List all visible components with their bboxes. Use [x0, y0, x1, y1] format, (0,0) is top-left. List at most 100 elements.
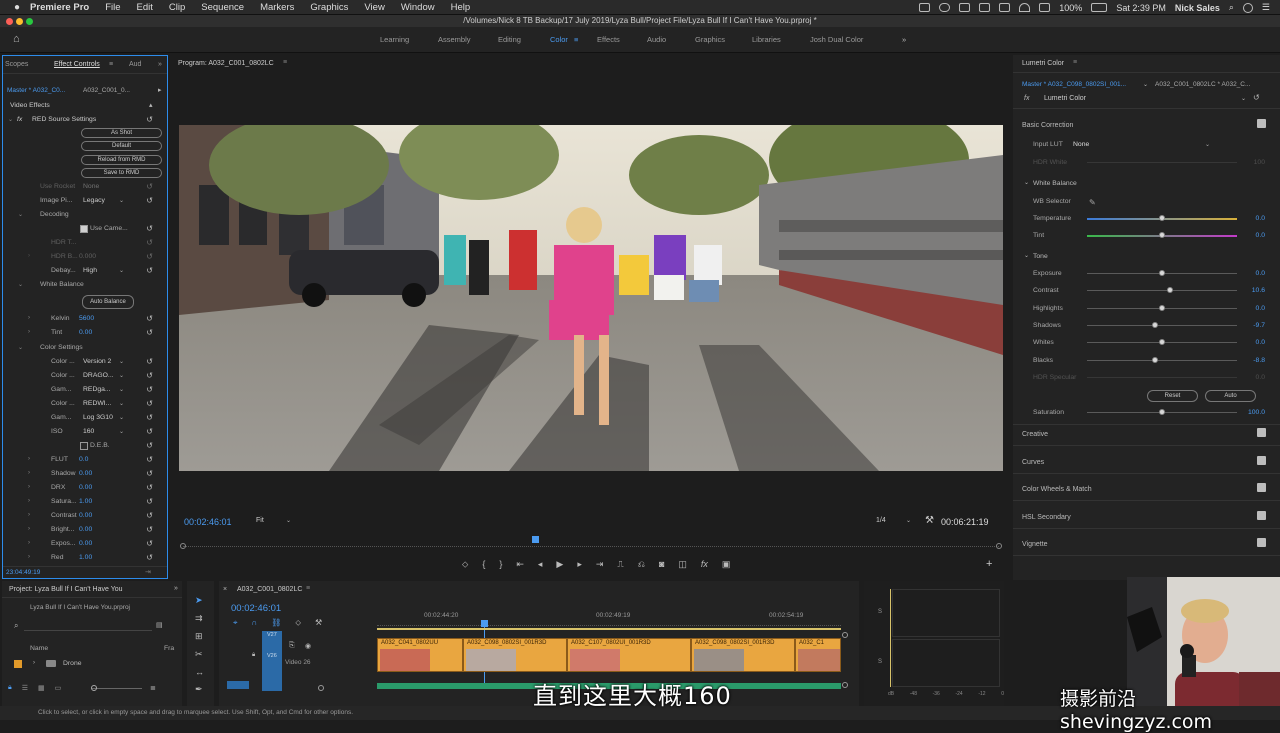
numeric-setting-value[interactable]: 0.0	[79, 456, 88, 463]
wrench-icon[interactable]: ⚒	[925, 515, 934, 526]
expand-icon[interactable]: ›	[28, 329, 30, 335]
razor-tool-icon[interactable]: ✂	[195, 649, 204, 660]
tone-value[interactable]: -9.7	[1253, 322, 1265, 329]
close-window-button[interactable]	[6, 18, 13, 25]
program-scrubber[interactable]	[183, 546, 999, 549]
zoom-slider-knob[interactable]	[91, 685, 97, 691]
fit-dropdown[interactable]: Fit	[256, 517, 264, 524]
snap-icon[interactable]: ∩	[252, 618, 258, 628]
chevron-down-icon[interactable]: ⌄	[119, 414, 124, 421]
go-to-out-icon[interactable]: ⇥	[596, 559, 604, 573]
use-camera-checkbox[interactable]	[80, 225, 88, 233]
lumetri-master-label[interactable]: Master * A032_C098_0802SI_001...	[1022, 81, 1126, 88]
image-pipeline-dropdown[interactable]: Legacy	[83, 197, 105, 204]
fx-icon[interactable]: fx	[701, 559, 708, 573]
temperature-slider[interactable]	[1159, 215, 1165, 221]
tab-effect-controls[interactable]: Effect Controls	[54, 61, 100, 68]
tab-scopes[interactable]: Scopes	[5, 61, 28, 68]
expand-icon[interactable]: ⌄	[1024, 252, 1029, 259]
reset-icon[interactable]: ↺	[146, 385, 153, 394]
reset-icon[interactable]: ↺	[146, 553, 153, 562]
track-select-tool-icon[interactable]: ⇉	[195, 613, 204, 624]
chevron-down-icon[interactable]: ⌄	[119, 386, 124, 393]
in-handle[interactable]	[180, 543, 186, 549]
track-v27-label[interactable]: V27	[267, 632, 277, 638]
battery-icon[interactable]	[1091, 3, 1108, 12]
menu-window[interactable]: Window	[401, 2, 435, 13]
reset-icon[interactable]: ↺	[146, 483, 153, 492]
fx-icon[interactable]: fx	[1024, 95, 1029, 102]
decoding-row[interactable]: ⌄ Decoding	[3, 208, 167, 222]
color-settings-row[interactable]: ⌄ Color Settings	[3, 341, 167, 355]
lumetri-section-header[interactable]: HSL Secondary	[1022, 514, 1071, 521]
vpn-icon[interactable]	[979, 3, 991, 12]
more-tabs-icon[interactable]: »	[174, 585, 178, 592]
lumetri-section-checkbox[interactable]	[1257, 428, 1266, 437]
tone-slider[interactable]	[1167, 287, 1174, 294]
step-forward-icon[interactable]: ▸	[577, 559, 582, 573]
menu-help[interactable]: Help	[451, 2, 471, 13]
reset-icon[interactable]: ↺	[146, 357, 153, 366]
workspace-learning[interactable]: Learning	[380, 35, 409, 44]
lumetri-title[interactable]: Lumetri Color	[1022, 60, 1064, 67]
program-timecode[interactable]: 00:02:46:01	[184, 517, 232, 527]
slip-tool-icon[interactable]: ↔	[195, 667, 204, 677]
tone-slider[interactable]	[1152, 356, 1159, 363]
chevron-down-icon[interactable]: ⌄	[286, 517, 291, 524]
lumetri-section-header[interactable]: Vignette	[1022, 541, 1048, 548]
selection-tool-icon[interactable]: ➤	[195, 595, 204, 606]
lumetri-section-header[interactable]: Color Wheels & Match	[1022, 486, 1092, 493]
chevron-down-icon[interactable]: ⌄	[119, 428, 124, 435]
workspace-menu-icon[interactable]: ≡	[574, 35, 578, 44]
reset-icon[interactable]: ↺	[146, 427, 153, 436]
cloud-icon[interactable]	[939, 3, 951, 12]
color-setting-dropdown[interactable]: REDga...	[83, 386, 111, 393]
panel-menu-icon[interactable]: ≡	[109, 61, 113, 68]
tone-value[interactable]: 0.0	[1256, 339, 1265, 346]
minimize-window-button[interactable]	[16, 18, 23, 25]
reload-from-rmd-button[interactable]: Reload from RMD	[81, 155, 162, 165]
avatar[interactable]	[1242, 2, 1253, 13]
play-only-icon[interactable]: ▸	[158, 86, 162, 94]
reset-icon[interactable]: ↺	[146, 455, 153, 464]
chevron-down-icon[interactable]: ⌄	[119, 400, 124, 407]
timeline-clip[interactable]: A032_C1	[795, 638, 841, 672]
chevron-down-icon[interactable]: ⌄	[906, 517, 911, 524]
column-name[interactable]: Name	[30, 645, 48, 652]
reset-icon[interactable]: ↺	[146, 399, 153, 408]
search-input[interactable]	[24, 622, 152, 631]
tab-audio[interactable]: Aud	[129, 61, 141, 68]
reset-icon[interactable]: ↺	[146, 224, 153, 233]
clock[interactable]: Sat 2:39 PM	[1116, 3, 1166, 13]
chevron-down-icon[interactable]: ⌄	[1143, 81, 1148, 88]
expand-icon[interactable]: ›	[28, 498, 30, 504]
eyedropper-icon[interactable]: ✎	[1089, 198, 1096, 207]
menu-file[interactable]: File	[105, 2, 120, 13]
lumetri-section-checkbox[interactable]	[1257, 538, 1266, 547]
app-menu[interactable]: Premiere Pro	[30, 2, 89, 13]
reset-icon[interactable]: ↺	[146, 266, 153, 275]
search-icon[interactable]: ⌕	[14, 621, 18, 631]
numeric-setting-value[interactable]: 0.00	[79, 470, 92, 477]
color-setting-dropdown[interactable]: Log 3G10	[83, 414, 113, 421]
toggle-sync-icon[interactable]: ⎘	[289, 642, 295, 650]
save-to-rmd-button[interactable]: Save to RMD	[81, 168, 162, 178]
numeric-setting-value[interactable]: 0.00	[79, 540, 92, 547]
color-setting-dropdown[interactable]: REDWI...	[83, 400, 111, 407]
add-marker-icon[interactable]: ⬦	[462, 559, 468, 573]
more-tabs-icon[interactable]: »	[158, 61, 162, 68]
expand-icon[interactable]: ›	[28, 512, 30, 518]
lock-icon[interactable]: 🔒︎	[8, 684, 12, 692]
reset-icon[interactable]: ↺	[146, 497, 153, 506]
apple-icon[interactable]: ●	[14, 2, 20, 13]
icon-view-icon[interactable]: ▦	[38, 684, 45, 692]
basic-correction-checkbox[interactable]	[1257, 119, 1266, 128]
program-title[interactable]: Program: A032_C001_0802LC	[178, 60, 274, 67]
basic-correction-header[interactable]: Basic Correction	[1022, 122, 1073, 129]
timeline-timecode[interactable]: 00:02:46:01	[231, 603, 281, 614]
saturation-slider[interactable]	[1159, 409, 1165, 415]
color-setting-dropdown[interactable]: Version 2	[83, 358, 111, 365]
wifi-icon[interactable]	[1019, 3, 1031, 12]
playhead[interactable]	[532, 536, 539, 543]
new-bin-icon[interactable]: ▤	[156, 621, 163, 629]
